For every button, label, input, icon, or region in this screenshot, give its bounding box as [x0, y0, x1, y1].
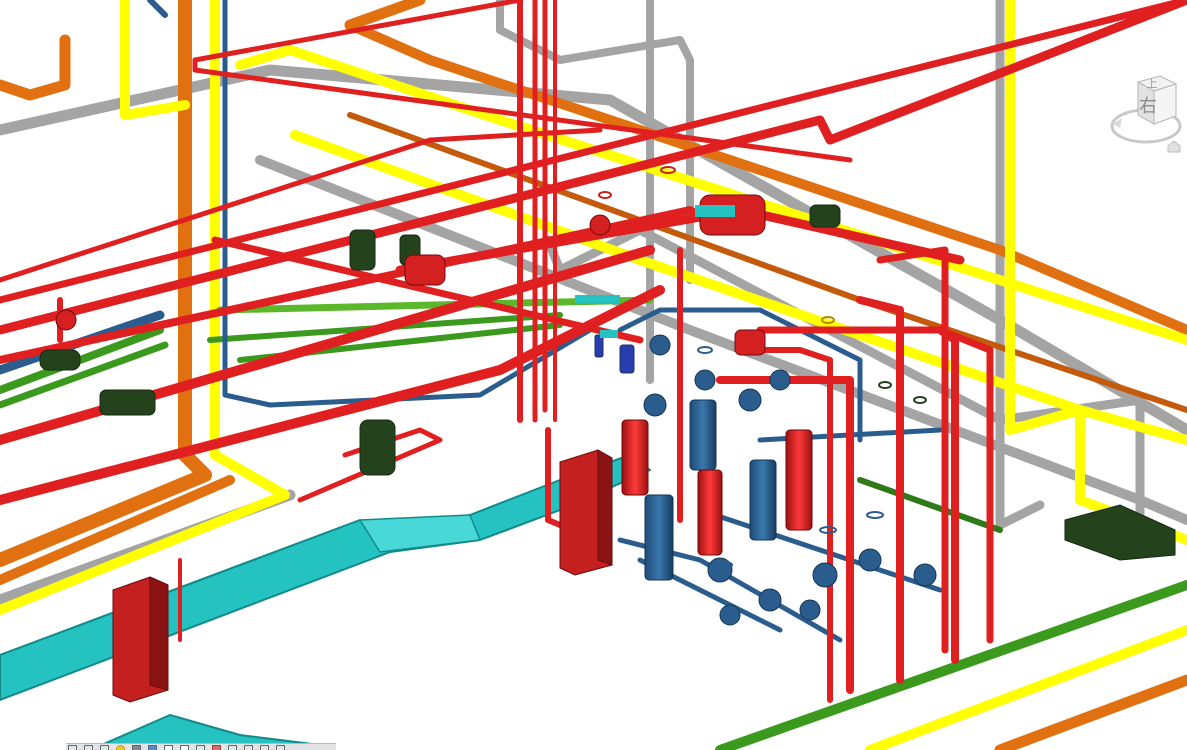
crop-view-button[interactable] [162, 744, 174, 750]
lock-3d-view-button[interactable] [194, 744, 206, 750]
sun-path-button[interactable] [114, 744, 126, 750]
temporary-hide-button[interactable] [210, 744, 222, 750]
shadows-button[interactable] [130, 744, 142, 750]
cyan-duct[interactable] [0, 454, 651, 750]
reveal-constraints-button[interactable] [274, 744, 286, 750]
analytical-icon [243, 745, 253, 750]
detail-level-button[interactable] [82, 744, 94, 750]
view-control-bar [66, 743, 336, 750]
visual-style-icon [99, 745, 109, 750]
crop-icon [163, 745, 173, 750]
viewcube-top-label: 上 [1147, 77, 1158, 90]
crop-region-icon [179, 745, 189, 750]
lock-icon [195, 745, 205, 750]
3d-model-viewport[interactable]: 上 右 [0, 0, 1187, 750]
highlight-displacement-button[interactable] [258, 744, 270, 750]
analytical-model-button[interactable] [242, 744, 254, 750]
detail-level-icon [83, 745, 93, 750]
show-crop-region-button[interactable] [178, 744, 190, 750]
lightbulb-icon [227, 745, 237, 750]
viewcube-front-label: 右 [1139, 96, 1157, 116]
render-button[interactable] [146, 744, 158, 750]
pipe-model-scene[interactable] [0, 0, 1187, 750]
sun-icon [115, 745, 125, 750]
scale-button[interactable] [66, 744, 78, 750]
viewcube[interactable]: 上 右 [1108, 66, 1184, 158]
glasses-icon [211, 745, 221, 750]
constraints-icon [275, 745, 285, 750]
viewcube-icon[interactable]: 上 右 [1136, 75, 1178, 125]
render-icon [147, 745, 157, 750]
home-icon[interactable] [1167, 140, 1181, 153]
shadow-icon [131, 745, 141, 750]
reveal-hidden-button[interactable] [226, 744, 238, 750]
displacement-icon [259, 745, 269, 750]
scale-icon [67, 745, 77, 750]
visual-style-button[interactable] [98, 744, 110, 750]
